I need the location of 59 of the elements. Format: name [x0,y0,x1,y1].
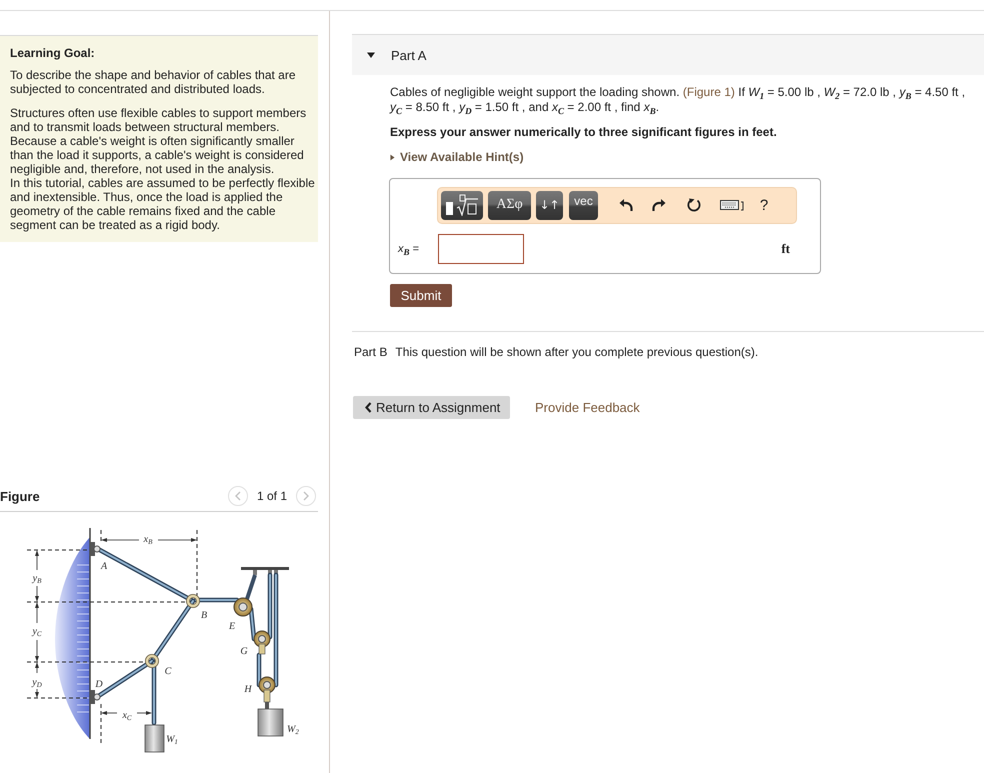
learning-goal-title: Learning Goal: [10,46,96,60]
figure-label: E [228,621,236,632]
figure-label: x$_{B}$ [144,534,152,546]
cable-ring [186,594,200,608]
pulley [234,574,257,616]
answer-input[interactable] [438,234,524,264]
learning-goal-text: To describe the shape and behavior of cables that are subjected to concentrated and distributed loads. [10,68,297,96]
figure-label: G [240,646,248,657]
weight-block [144,724,164,752]
figure-label: y$_{B}$ [32,573,42,585]
chevron-left-icon [365,402,372,412]
figure-label: C [164,666,172,677]
keyboard-icon [720,199,744,211]
hint-link[interactable]: View Available Hint(s) [390,150,524,164]
figure-counter: 1 of 1 [256,489,287,503]
reset-icon [687,198,701,212]
part-title: Part A [391,48,426,62]
arrows-button[interactable]: ↓↑ [536,190,563,220]
figure-label: y$_{D}$ [32,677,42,689]
undo-icon [619,198,633,212]
chevron-right-icon [303,491,309,501]
submit-button[interactable]: Submit [390,284,452,306]
dashed-guide-line [196,530,198,598]
provide-feedback-link[interactable]: Provide Feedback [535,400,640,414]
help-button[interactable]: ? [757,194,771,216]
part-header[interactable]: Part A [352,34,984,75]
wall-bracket [90,690,100,704]
vector-button[interactable]: vec [569,190,598,220]
dashed-guide-line [100,704,102,744]
template-button[interactable] [441,190,483,220]
pulley [254,630,270,654]
chevron-left-icon [234,491,241,501]
figure-label: A [101,561,108,572]
figure-label: B [200,610,208,621]
figure-title: Figure [0,488,40,504]
dimension-arrow [101,711,152,715]
greek-symbols-button[interactable]: ΑΣφ [488,190,531,220]
return-to-assignment-button[interactable]: Return to Assignment [353,396,510,418]
figure-label: H [244,684,252,695]
unit-label: ft [781,240,790,256]
instruction-text: Express your answer numerically to three significant figures in feet. [390,125,778,139]
redo-icon [652,198,666,212]
learning-goal-text: Structures often use flexible cables to support members and to transmit loads between structural members. Because a cable's weight is often significantly smaller than the load it supports, a cable's weight is considered negligible and, therefore, not used in the analysis. In this tutorial, cables are assumed to be perfectly flexible and inextensible. Thus, once the load is applied the geometry of the cable remains fixed and the cable segment can be treated as a rigid body. [10,106,315,232]
pulley [258,676,276,702]
answer-variable-label: x$_{B}$ = [398,242,420,254]
figure-link[interactable]: (Figure 1) [682,85,735,99]
root-template-icon [445,194,479,216]
ceiling-mount [241,567,289,575]
part-b-title: Part B [354,344,388,358]
cable-ring [145,654,159,668]
weight-block [258,702,284,736]
figure-label: W$_{1}$ [166,734,178,746]
figure-label: D [95,679,103,690]
wall-bracket [90,542,100,556]
figure-label: x$_{C}$ [122,710,132,722]
figure-label: y$_{C}$ [32,626,42,638]
question-text: Cables of negligible weight support the loading shown. (Figure 1) If W$_{1}$ = 5.00 lb , W$_{2}$ = 72.0 lb , y$_{B}$ = 4.50 ft , y$_{C}$ = 8.50 ft , y$_{D}$ = 1.50 ft , and x$_{C}$ = 2.00 ft , find x$_{B}$. [390,85,966,115]
figure-label: W$_{2}$ [287,724,299,736]
part-b-message: This question will be shown after you complete previous question(s). [395,344,758,358]
